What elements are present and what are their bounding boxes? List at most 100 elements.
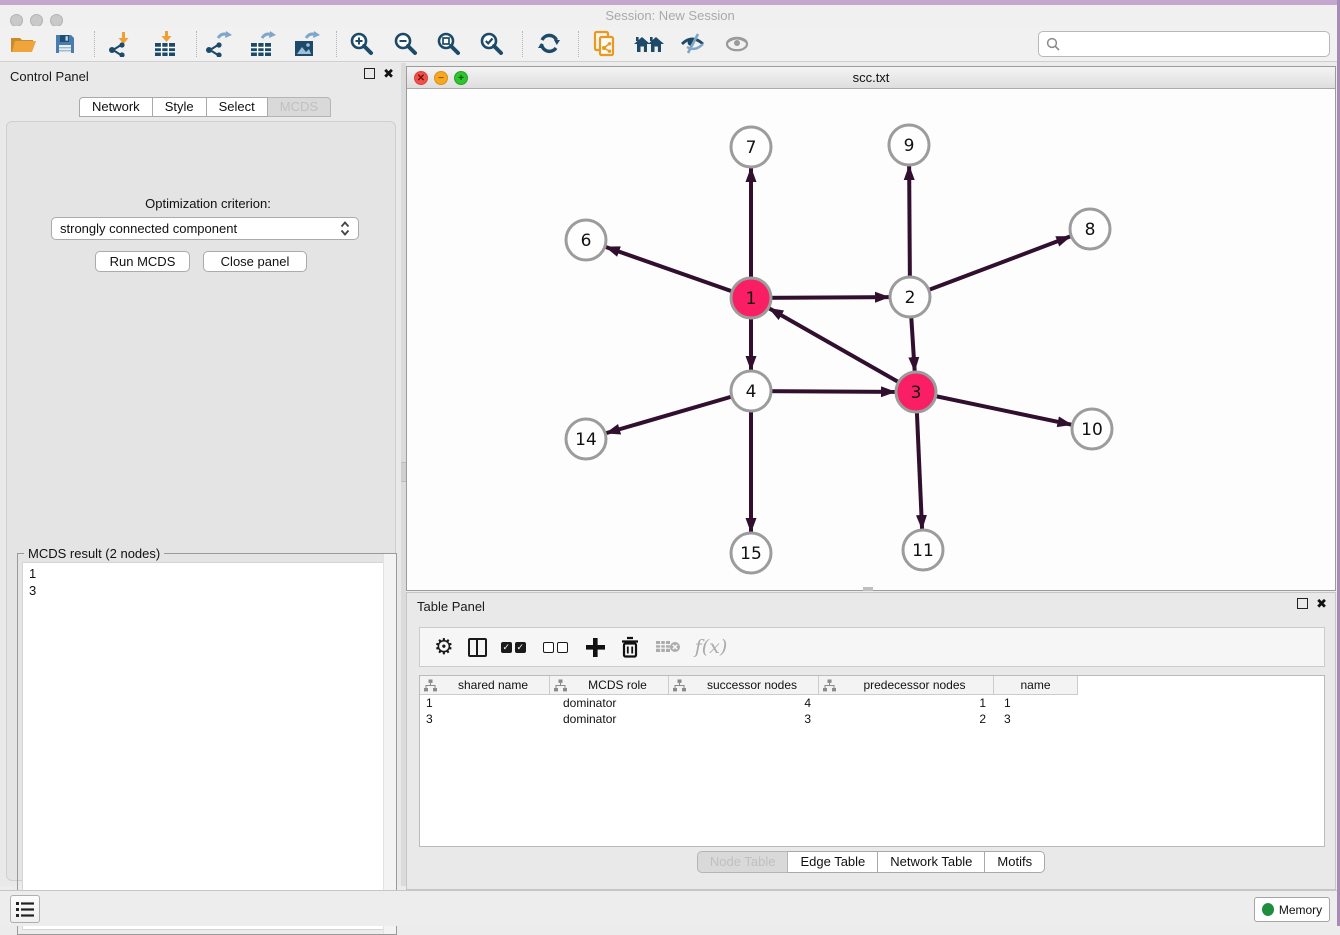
memory-button[interactable]: Memory (1254, 897, 1330, 922)
node-label: 3 (911, 383, 922, 403)
cell-name[interactable]: 3 (994, 711, 1078, 727)
zoom-in-button[interactable] (345, 29, 379, 59)
select-all-button[interactable]: ✓✓ (501, 633, 529, 661)
show-columns-button[interactable] (468, 633, 487, 661)
node-3[interactable]: 3 (896, 372, 936, 412)
run-mcds-button[interactable]: Run MCDS (95, 251, 190, 272)
node-4[interactable]: 4 (731, 371, 771, 411)
function-builder-button[interactable]: f(x) (695, 633, 728, 661)
deselect-all-button[interactable] (543, 633, 571, 661)
node-9[interactable]: 9 (889, 125, 929, 165)
network-graph[interactable]: 7 9 6 8 1 2 4 3 14 10 15 11 (407, 89, 1335, 590)
titlebar: Session: New Session (0, 5, 1340, 26)
table-settings-button[interactable]: ⚙ (434, 633, 454, 661)
network-maximize-button[interactable]: + (454, 71, 468, 85)
edge-4-14[interactable] (606, 391, 751, 433)
close-table-panel-icon[interactable]: ✖ (1316, 598, 1327, 609)
node-label: 11 (912, 541, 934, 561)
cell-shared-name[interactable]: 3 (420, 711, 550, 727)
tab-motifs[interactable]: Motifs (985, 851, 1045, 873)
tab-select[interactable]: Select (207, 97, 268, 117)
optimization-criterion-select[interactable]: strongly connected component (51, 217, 359, 240)
close-panel-icon[interactable]: ✖ (383, 68, 394, 79)
column-header-shared-name[interactable]: shared name (420, 676, 550, 695)
window-resize-grip[interactable] (863, 587, 873, 591)
network-close-button[interactable]: ✕ (414, 71, 428, 85)
node-8[interactable]: 8 (1070, 209, 1110, 249)
tab-network[interactable]: Network (79, 97, 153, 117)
node-label: 1 (746, 289, 757, 309)
edge-3-1[interactable] (769, 308, 916, 392)
add-column-button[interactable] (585, 633, 605, 661)
column-header-successor-nodes[interactable]: successor nodes (669, 676, 819, 695)
node-6[interactable]: 6 (566, 220, 606, 260)
hide-panels-button[interactable] (676, 29, 710, 59)
cell-predecessor-nodes[interactable]: 2 (819, 711, 994, 727)
network-window-titlebar[interactable]: ✕ − + scc.txt (407, 67, 1335, 89)
main-toolbar (0, 26, 1340, 62)
node-7[interactable]: 7 (731, 127, 771, 167)
delete-row-button[interactable] (619, 633, 641, 661)
node-11[interactable]: 11 (903, 530, 943, 570)
edge-1-6[interactable] (606, 247, 751, 298)
open-session-button[interactable] (6, 29, 40, 59)
tab-mcds[interactable]: MCDS (268, 97, 331, 117)
node-15[interactable]: 15 (731, 533, 771, 573)
edge-3-10[interactable] (916, 392, 1071, 425)
close-panel-button[interactable]: Close panel (203, 251, 307, 272)
mcds-result-text[interactable]: 1 3 (22, 562, 392, 930)
network-minimize-button[interactable]: − (434, 71, 448, 85)
cell-MCDS-role[interactable]: dominator (550, 695, 669, 711)
task-history-button[interactable] (10, 895, 40, 923)
column-header-predecessor-nodes[interactable]: predecessor nodes (819, 676, 994, 695)
export-table-button[interactable] (245, 29, 279, 59)
home-button[interactable] (632, 29, 666, 59)
save-session-button[interactable] (48, 29, 82, 59)
toolbar-separator (196, 31, 197, 57)
column-header-MCDS-role[interactable]: MCDS role (550, 676, 669, 695)
node-14[interactable]: 14 (566, 419, 606, 459)
float-panel-icon[interactable] (364, 68, 375, 79)
tab-network-table[interactable]: Network Table (878, 851, 985, 873)
apply-layout-button[interactable] (532, 29, 566, 59)
tab-style[interactable]: Style (153, 97, 207, 117)
node-table[interactable]: shared nameMCDS rolesuccessor nodesprede… (419, 675, 1325, 847)
node-10[interactable]: 10 (1072, 409, 1112, 449)
delete-column-button[interactable] (655, 633, 681, 661)
network-canvas[interactable]: 7 9 6 8 1 2 4 3 14 10 15 11 (407, 89, 1335, 590)
node-1[interactable]: 1 (731, 278, 771, 318)
cell-successor-nodes[interactable]: 3 (669, 711, 819, 727)
import-table-button[interactable] (148, 29, 182, 59)
cell-successor-nodes[interactable]: 4 (669, 695, 819, 711)
clone-network-button[interactable] (588, 29, 622, 59)
cell-predecessor-nodes[interactable]: 1 (819, 695, 994, 711)
show-panels-button[interactable] (720, 29, 754, 59)
table-row[interactable]: 3dominator323 (420, 711, 1324, 727)
export-network-icon (204, 31, 232, 57)
node-2[interactable]: 2 (890, 277, 930, 317)
tab-edge-table[interactable]: Edge Table (788, 851, 878, 873)
column-header-name[interactable]: name (994, 676, 1078, 695)
zoom-selected-button[interactable] (475, 29, 509, 59)
cell-MCDS-role[interactable]: dominator (550, 711, 669, 727)
tab-node-table[interactable]: Node Table (697, 851, 789, 873)
table-row[interactable]: 1dominator411 (420, 695, 1324, 711)
checked-box-icon: ✓ (515, 642, 526, 653)
search-input[interactable] (1061, 37, 1311, 52)
export-table-icon (248, 31, 276, 57)
result-scrollbar[interactable] (383, 554, 396, 934)
cell-shared-name[interactable]: 1 (420, 695, 550, 711)
fx-icon: f(x) (695, 636, 728, 658)
cell-name[interactable]: 1 (994, 695, 1078, 711)
export-network-button[interactable] (201, 29, 235, 59)
table-toolbar: ⚙ ✓✓ f(x) (419, 627, 1325, 667)
edge-2-8[interactable] (910, 236, 1070, 297)
zoom-out-button[interactable] (389, 29, 423, 59)
zoom-fit-button[interactable] (432, 29, 466, 59)
mcds-result-box: MCDS result (2 nodes) 1 3 (17, 553, 397, 935)
import-network-button[interactable] (103, 29, 137, 59)
edge-4-3[interactable] (751, 391, 895, 392)
search-field[interactable] (1038, 31, 1330, 57)
export-image-button[interactable] (289, 29, 323, 59)
float-table-panel-icon[interactable] (1297, 598, 1308, 609)
